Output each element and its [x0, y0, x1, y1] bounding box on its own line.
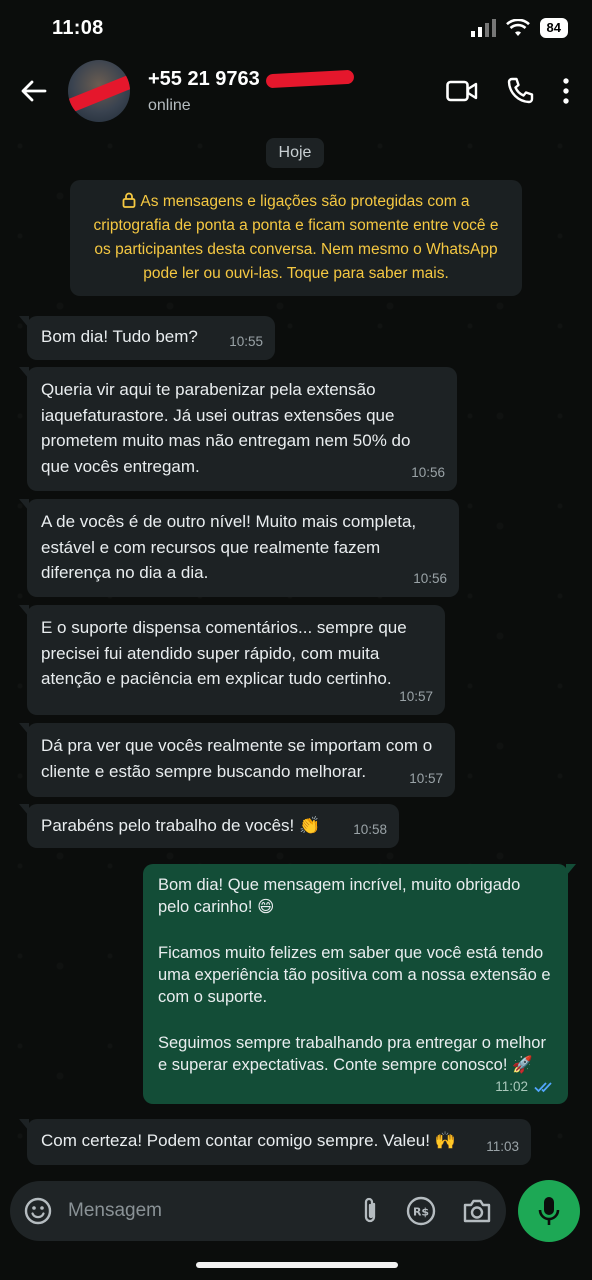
message-text: E o suporte dispensa comentários... semp… — [41, 618, 407, 688]
double-check-icon — [534, 1082, 552, 1093]
lock-icon — [123, 192, 136, 208]
header-actions — [446, 77, 570, 105]
payment-button[interactable]: R$ — [406, 1196, 436, 1226]
contact-info[interactable]: +55 21 9763 online — [148, 68, 355, 115]
encryption-notice[interactable]: As mensagens e ligações são protegidas c… — [70, 180, 522, 296]
chat-header: +55 21 9763 online — [0, 56, 592, 126]
back-arrow-icon — [21, 80, 47, 102]
message-time: 11:02 — [495, 1079, 528, 1094]
message-time: 10:58 — [353, 821, 387, 837]
message-text: Com certeza! Podem contar comigo sempre.… — [41, 1131, 456, 1150]
battery-icon: 84 — [539, 18, 568, 38]
message-paragraph: Bom dia! Que mensagem incrível, muito ob… — [158, 876, 521, 916]
message-text: Parabéns pelo trabalho de vocês! 👏 — [41, 816, 321, 835]
message-bubble[interactable]: Parabéns pelo trabalho de vocês! 👏 10:58 — [19, 804, 399, 848]
status-bar: 11:08 84 — [0, 0, 592, 56]
emoji-icon[interactable] — [24, 1197, 52, 1225]
message-text: Dá pra ver que vocês realmente se import… — [41, 736, 433, 781]
message-bubble[interactable]: Dá pra ver que vocês realmente se import… — [19, 723, 455, 797]
status-icons: 84 — [470, 18, 568, 38]
message-bubble[interactable]: Bom dia! Tudo bem? 10:55 — [19, 316, 275, 360]
status-time: 11:08 — [52, 16, 104, 39]
contact-name: +55 21 9763 — [148, 68, 355, 91]
contact-status: online — [148, 96, 191, 114]
message-time: 11:03 — [486, 1138, 519, 1154]
message-meta: 11:02 — [495, 1076, 556, 1098]
message-paragraph: Seguimos sempre trabalhando pra entregar… — [158, 1034, 546, 1074]
attach-button[interactable] — [360, 1196, 380, 1226]
wifi-icon — [505, 19, 530, 36]
signal-icon — [470, 19, 496, 37]
phone-icon[interactable] — [506, 77, 534, 105]
redaction-mark — [265, 69, 355, 88]
message-bubble[interactable]: Queria vir aqui te parabenizar pela exte… — [19, 367, 457, 491]
message-text: Queria vir aqui te parabenizar pela exte… — [41, 380, 411, 476]
date-pill: Hoje — [266, 138, 324, 168]
contact-avatar[interactable] — [68, 60, 130, 122]
message-time: 10:56 — [413, 570, 447, 586]
chat-area[interactable]: Hoje As mensagens e ligações são protegi… — [0, 126, 592, 1166]
message-time: 10:56 — [411, 464, 445, 480]
encryption-text: As mensagens e ligações são protegidas c… — [93, 193, 499, 282]
message-composer: Mensagem R$ — [10, 1181, 506, 1241]
more-vert-icon[interactable] — [562, 78, 570, 104]
message-bubble-outgoing[interactable]: Bom dia! Que mensagem incrível, muito ob… — [143, 864, 576, 1104]
message-bubble[interactable]: Com certeza! Podem contar comigo sempre.… — [19, 1119, 531, 1165]
message-time: 10:55 — [229, 333, 263, 349]
attach-icon — [364, 1197, 376, 1223]
message-time: 10:57 — [409, 770, 443, 786]
message-paragraph: Ficamos muito felizes em saber que você … — [158, 944, 551, 1006]
message-text: Bom dia! Tudo bem? — [41, 327, 198, 346]
camera-icon — [463, 1199, 491, 1223]
home-indicator[interactable] — [196, 1262, 398, 1268]
message-bubble[interactable]: E o suporte dispensa comentários... semp… — [19, 605, 445, 715]
camera-button[interactable] — [462, 1198, 492, 1224]
svg-text:R$: R$ — [413, 1206, 429, 1219]
payment-icon: R$ — [406, 1196, 436, 1226]
message-bubble[interactable]: A de vocês é de outro nível! Muito mais … — [19, 499, 459, 597]
video-call-icon[interactable] — [446, 80, 478, 102]
message-input[interactable]: Mensagem — [68, 1200, 334, 1222]
back-button[interactable] — [14, 71, 54, 111]
mic-icon — [538, 1197, 560, 1225]
mic-button[interactable] — [518, 1180, 580, 1242]
message-time: 10:57 — [399, 688, 433, 704]
message-text: A de vocês é de outro nível! Muito mais … — [41, 512, 417, 582]
